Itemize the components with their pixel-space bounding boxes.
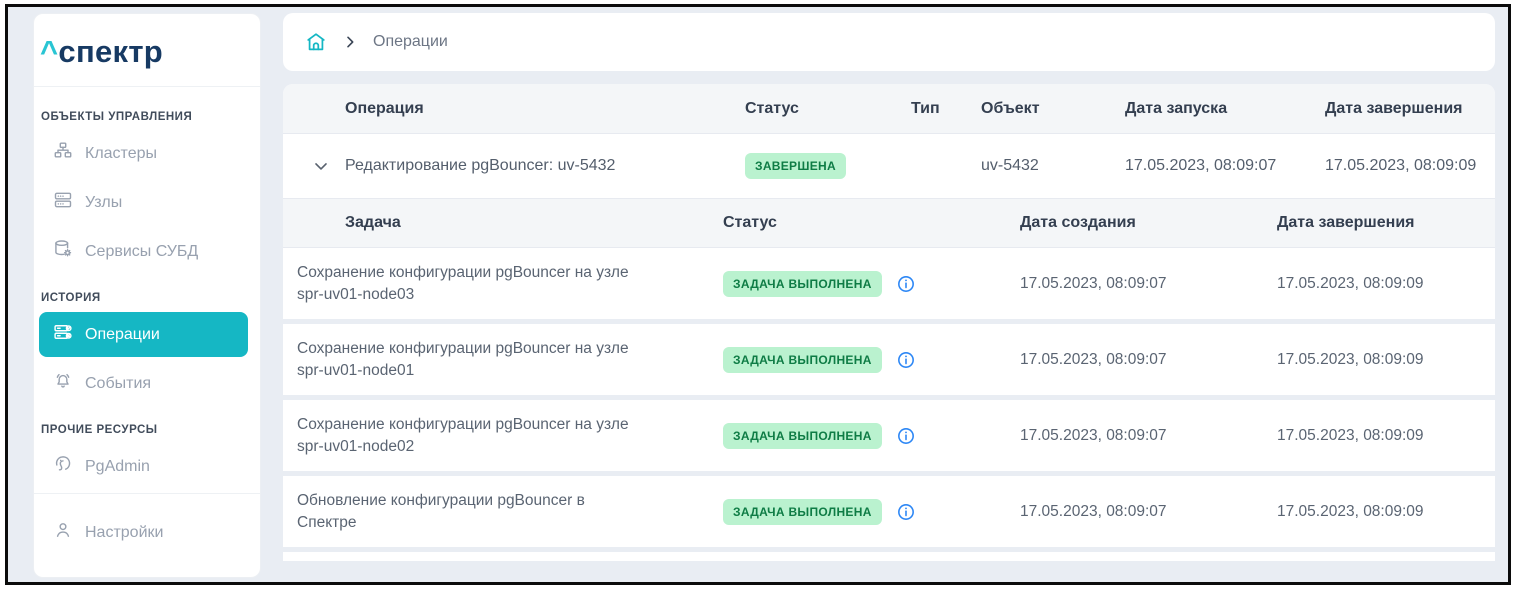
sidebar-item-events[interactable]: События	[39, 361, 248, 406]
cell-created: 17.05.2023, 08:09:07	[1020, 503, 1277, 521]
status-badge: ЗАДАЧА ВЫПОЛНЕНА	[723, 499, 882, 525]
status-badge: ЗАДАЧА ВЫПОЛНЕНА	[723, 423, 882, 449]
database-gear-icon	[53, 239, 73, 264]
sidebar-footer: Настройки	[34, 493, 260, 585]
sidebar-item-pgadmin[interactable]: PgAdmin	[39, 444, 248, 489]
cell-created: 17.05.2023, 08:09:07	[1020, 275, 1277, 293]
sidebar: ^спектр ОБЪЕКТЫ УПРАВЛЕНИЯ Кластеры	[33, 13, 261, 578]
cell-created: 17.05.2023, 08:09:07	[1020, 427, 1277, 445]
sidebar-item-label: Кластеры	[85, 145, 157, 163]
breadcrumb: Операции	[283, 13, 1495, 71]
sidebar-item-settings[interactable]: Настройки	[39, 510, 248, 555]
cell-finished: 17.05.2023, 08:09:09	[1277, 503, 1495, 521]
breadcrumb-current: Операции	[373, 33, 448, 51]
task-row: Обновление конфигурации pgBouncer в Спек…	[283, 476, 1495, 547]
brand-name: спектр	[58, 34, 163, 69]
nodes-icon	[53, 190, 73, 215]
sidebar-item-nodes[interactable]: Узлы	[39, 180, 248, 225]
sidebar-section-title-history: ИСТОРИЯ	[41, 292, 248, 304]
cell-started: 17.05.2023, 08:09:07	[1125, 157, 1325, 175]
status-badge: ЗАДАЧА ВЫПОЛНЕНА	[723, 347, 882, 373]
col-task: Задача	[283, 214, 723, 232]
brand-caret: ^	[40, 34, 58, 69]
sidebar-item-clusters[interactable]: Кластеры	[39, 131, 248, 176]
status-badge: ЗАВЕРШЕНА	[745, 153, 846, 179]
col-task-status: Статус	[723, 214, 1020, 232]
col-status: Статус	[745, 100, 911, 118]
operation-name: Редактирование pgBouncer: uv-5432	[283, 157, 745, 175]
app-frame: ^спектр ОБЪЕКТЫ УПРАВЛЕНИЯ Кластеры	[5, 4, 1511, 585]
home-icon[interactable]	[305, 31, 327, 53]
brand-logo: ^спектр	[34, 14, 260, 87]
sidebar-item-label: Сервисы СУБД	[85, 243, 198, 261]
operations-table: Операция Статус Тип Объект Дата запуска …	[283, 84, 1495, 561]
sidebar-item-label: Настройки	[85, 524, 163, 542]
events-icon	[53, 371, 73, 396]
tasks-table-header: Задача Статус Дата создания Дата заверше…	[283, 198, 1495, 248]
sidebar-item-db-services[interactable]: Сервисы СУБД	[39, 229, 248, 274]
task-name: Сохранение конфигурации pgBouncer на узл…	[283, 338, 631, 381]
info-icon[interactable]	[896, 274, 916, 294]
sidebar-item-label: События	[85, 375, 151, 393]
status-badge: ЗАДАЧА ВЫПОЛНЕНА	[723, 271, 882, 297]
cell-object: uv-5432	[977, 157, 1125, 175]
main-content: Операции Операция Статус Тип Объект Дата…	[283, 13, 1495, 561]
cell-finished: 17.05.2023, 08:09:09	[1277, 427, 1495, 445]
sidebar-item-operations[interactable]: Операции	[39, 312, 248, 357]
sidebar-section-title-other: ПРОЧИЕ РЕСУРСЫ	[41, 424, 248, 436]
col-operation: Операция	[283, 100, 745, 118]
operations-icon	[53, 322, 73, 347]
task-row: Сохранение конфигурации pgBouncer на узл…	[283, 324, 1495, 395]
cell-created: 17.05.2023, 08:09:07	[1020, 351, 1277, 369]
col-type: Тип	[911, 100, 977, 118]
cell-finished: 17.05.2023, 08:09:09	[1277, 351, 1495, 369]
operations-table-header: Операция Статус Тип Объект Дата запуска …	[283, 84, 1495, 134]
col-finished: Дата завершения	[1325, 100, 1495, 118]
pgadmin-icon	[53, 454, 73, 479]
task-row: Сохранение конфигурации pgBouncer на узл…	[283, 400, 1495, 471]
task-row: Сохранение конфигурации pgBouncer на узл…	[283, 248, 1495, 319]
operation-row[interactable]: Редактирование pgBouncer: uv-5432 ЗАВЕРШ…	[283, 134, 1495, 198]
sidebar-nav: ОБЪЕКТЫ УПРАВЛЕНИЯ Кластеры	[34, 87, 260, 493]
sidebar-item-label: PgAdmin	[85, 458, 150, 476]
col-started: Дата запуска	[1125, 100, 1325, 118]
sidebar-section-title-objects: ОБЪЕКТЫ УПРАВЛЕНИЯ	[41, 111, 248, 123]
col-task-finished: Дата завершения	[1277, 214, 1495, 232]
col-created: Дата создания	[1020, 214, 1277, 232]
chevron-right-icon	[342, 34, 358, 50]
cell-finished: 17.05.2023, 08:09:09	[1277, 275, 1495, 293]
info-icon[interactable]	[896, 426, 916, 446]
chevron-down-icon[interactable]	[311, 156, 331, 176]
task-name: Обновление конфигурации pgBouncer в Спек…	[283, 490, 631, 533]
col-object: Объект	[977, 100, 1125, 118]
info-icon[interactable]	[896, 502, 916, 522]
sidebar-item-label: Узлы	[85, 194, 122, 212]
next-row-stub	[283, 552, 1495, 561]
info-icon[interactable]	[896, 350, 916, 370]
sidebar-item-label: Операции	[85, 326, 160, 344]
task-name: Сохранение конфигурации pgBouncer на узл…	[283, 262, 631, 305]
cluster-icon	[53, 141, 73, 166]
task-name: Сохранение конфигурации pgBouncer на узл…	[283, 414, 631, 457]
cell-finished: 17.05.2023, 08:09:09	[1325, 157, 1495, 175]
user-icon	[53, 520, 73, 545]
